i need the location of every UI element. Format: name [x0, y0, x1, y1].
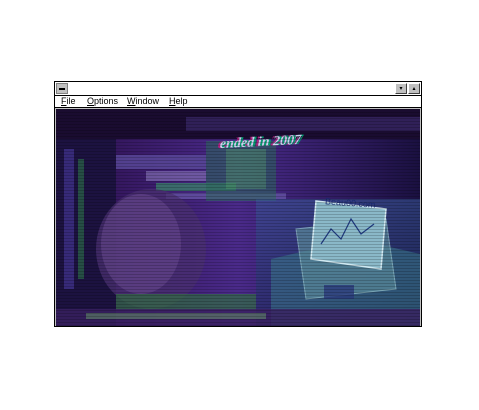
menu-window-label: indow — [135, 96, 160, 106]
green-glitch-inner — [226, 149, 266, 189]
title-bar[interactable]: ▾ ▴ — [55, 82, 421, 96]
menu-help-label: elp — [175, 96, 188, 106]
menu-bar: File Options Window Help — [55, 96, 421, 108]
menu-file-label: ile — [66, 96, 76, 106]
menu-options-hotkey: O — [87, 96, 95, 106]
bottom-glitch-line — [86, 313, 266, 319]
menu-file[interactable]: File — [61, 96, 76, 107]
menu-window[interactable]: Window — [127, 96, 159, 107]
maximize-arrow-icon[interactable]: ▴ — [408, 83, 420, 94]
monitor-screen — [310, 200, 387, 270]
system-menu-bar — [59, 88, 65, 90]
monitor-base — [324, 285, 354, 299]
bottom-green-stripe — [116, 294, 256, 310]
app-window: ▾ ▴ File Options Window Help ended in 20… — [54, 81, 422, 327]
glitch-stripe-top — [186, 117, 420, 131]
menu-options[interactable]: Options — [87, 96, 118, 107]
menu-options-label: ptions — [94, 96, 119, 106]
menu-help[interactable]: Help — [169, 96, 188, 107]
system-menu-icon[interactable] — [56, 83, 68, 94]
minimize-arrow-icon[interactable]: ▾ — [395, 83, 407, 94]
left-glitch-bar — [64, 149, 74, 289]
glitch-stripe-1 — [116, 155, 206, 169]
menu-window-hotkey: W — [127, 96, 136, 106]
window-title — [71, 83, 391, 94]
left-green-bar — [78, 159, 84, 279]
glitch-image-area: ended in 2007 Beau00.com — [56, 109, 420, 326]
glitch-stripe-2 — [146, 171, 206, 181]
figure-highlight — [101, 194, 181, 294]
